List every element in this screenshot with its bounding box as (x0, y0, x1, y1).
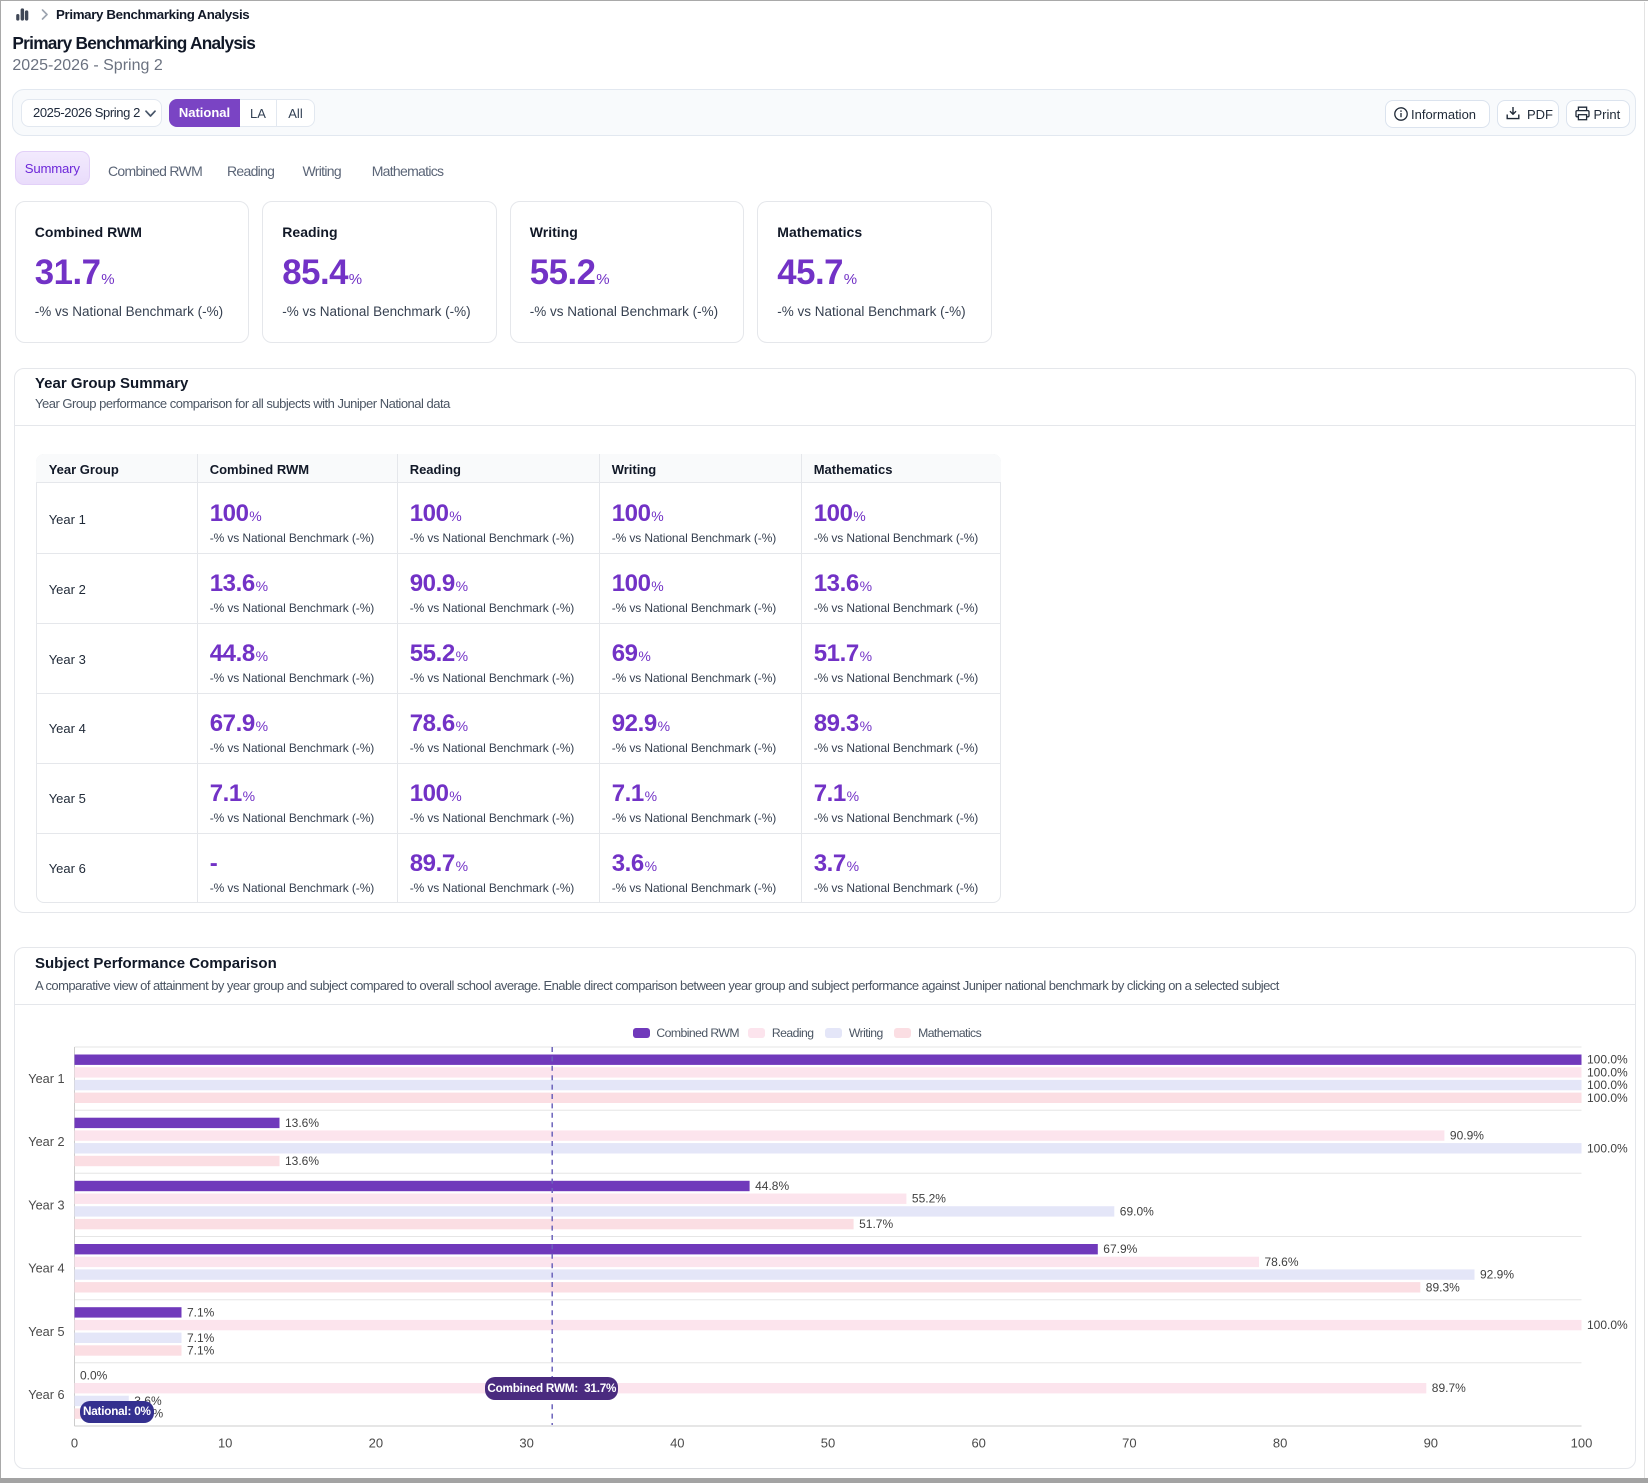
svg-text:51.7%: 51.7% (859, 1217, 893, 1231)
svg-text:7.1%: 7.1% (187, 1344, 215, 1358)
svg-text:0: 0 (71, 1436, 78, 1451)
svg-text:40: 40 (670, 1436, 684, 1451)
svg-text:0.0%: 0.0% (80, 1369, 108, 1383)
svg-text:60: 60 (971, 1436, 985, 1451)
svg-text:100.0%: 100.0% (1587, 1091, 1628, 1105)
svg-text:80: 80 (1273, 1436, 1287, 1451)
svg-text:90: 90 (1424, 1436, 1438, 1451)
svg-text:89.3%: 89.3% (1426, 1280, 1460, 1294)
svg-text:10: 10 (218, 1436, 232, 1451)
svg-text:20: 20 (369, 1436, 383, 1451)
svg-text:13.6%: 13.6% (285, 1154, 319, 1168)
svg-text:90.9%: 90.9% (1450, 1129, 1484, 1143)
svg-text:70: 70 (1122, 1436, 1136, 1451)
svg-text:78.6%: 78.6% (1265, 1255, 1299, 1269)
svg-text:13.6%: 13.6% (285, 1116, 319, 1130)
svg-text:Year 3: Year 3 (28, 1198, 64, 1212)
svg-text:100.0%: 100.0% (1587, 1318, 1628, 1332)
svg-text:89.7%: 89.7% (1432, 1381, 1466, 1395)
svg-text:Year 5: Year 5 (28, 1325, 64, 1339)
svg-text:55.2%: 55.2% (912, 1192, 946, 1206)
svg-text:100: 100 (1571, 1436, 1593, 1451)
svg-text:67.9%: 67.9% (1103, 1242, 1137, 1256)
svg-text:Year 4: Year 4 (28, 1262, 64, 1276)
svg-text:Year 2: Year 2 (28, 1135, 64, 1149)
svg-text:50: 50 (821, 1436, 835, 1451)
svg-text:Year 6: Year 6 (28, 1388, 64, 1402)
svg-text:30: 30 (519, 1436, 533, 1451)
svg-text:44.8%: 44.8% (755, 1179, 789, 1193)
svg-text:69.0%: 69.0% (1120, 1204, 1154, 1218)
svg-text:100.0%: 100.0% (1587, 1141, 1628, 1155)
svg-text:92.9%: 92.9% (1480, 1268, 1514, 1282)
svg-text:7.1%: 7.1% (187, 1305, 215, 1319)
svg-text:Year 1: Year 1 (28, 1072, 64, 1086)
